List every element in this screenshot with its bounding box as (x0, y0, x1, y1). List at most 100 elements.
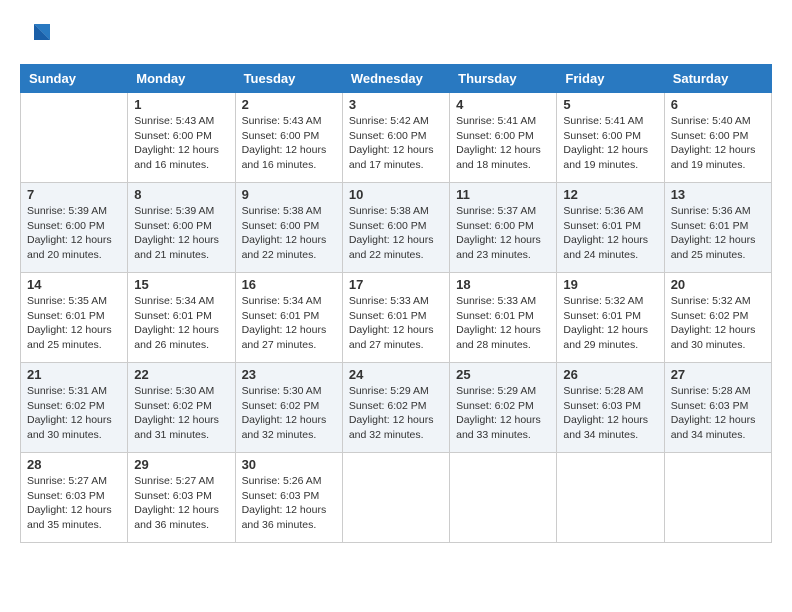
day-info: Sunrise: 5:37 AMSunset: 6:00 PMDaylight:… (456, 204, 550, 263)
day-number: 23 (242, 367, 336, 382)
calendar-cell: 30Sunrise: 5:26 AMSunset: 6:03 PMDayligh… (235, 453, 342, 543)
day-info: Sunrise: 5:27 AMSunset: 6:03 PMDaylight:… (134, 474, 228, 533)
day-info: Sunrise: 5:30 AMSunset: 6:02 PMDaylight:… (134, 384, 228, 443)
day-info: Sunrise: 5:43 AMSunset: 6:00 PMDaylight:… (242, 114, 336, 173)
calendar-cell: 29 Sunrise: 5:27 AMSunset: 6:03 PMDayligh… (128, 453, 235, 543)
day-info: Sunrise: 5:29 AMSunset: 6:02 PMDaylight:… (456, 384, 550, 443)
day-info: Sunrise: 5:42 AMSunset: 6:00 PMDaylight:… (349, 114, 443, 173)
header-sunday: Sunday (21, 65, 128, 93)
day-info: Sunrise: 5:38 AMSunset: 6:00 PMDaylight:… (242, 204, 336, 263)
day-info: Sunrise: 5:32 AMSunset: 6:01 PMDaylight:… (563, 294, 657, 353)
day-info: Sunrise: 5:43 AMSunset: 6:00 PMDaylight:… (134, 114, 228, 173)
calendar-cell (450, 453, 557, 543)
header-wednesday: Wednesday (342, 65, 449, 93)
calendar-cell: 16 Sunrise: 5:34 AMSunset: 6:01 PMDayligh… (235, 273, 342, 363)
day-number: 4 (456, 97, 550, 112)
calendar-cell: 9 Sunrise: 5:38 AMSunset: 6:00 PMDaylight… (235, 183, 342, 273)
calendar-cell: 21 Sunrise: 5:31 AMSunset: 6:02 PMDayligh… (21, 363, 128, 453)
calendar-cell: 17 Sunrise: 5:33 AMSunset: 6:01 PMDayligh… (342, 273, 449, 363)
day-number: 14 (27, 277, 121, 292)
calendar-cell: 8 Sunrise: 5:39 AMSunset: 6:00 PMDaylight… (128, 183, 235, 273)
day-number: 21 (27, 367, 121, 382)
calendar-cell: 15 Sunrise: 5:34 AMSunset: 6:01 PMDayligh… (128, 273, 235, 363)
calendar-cell: 14 Sunrise: 5:35 AMSunset: 6:01 PMDayligh… (21, 273, 128, 363)
day-number: 8 (134, 187, 228, 202)
week-row-5: 28 Sunrise: 5:27 AMSunset: 6:03 PMDayligh… (21, 453, 772, 543)
logo (20, 20, 52, 48)
day-info: Sunrise: 5:27 AMSunset: 6:03 PMDaylight:… (27, 474, 121, 533)
logo-icon (24, 20, 52, 48)
calendar-cell: 20 Sunrise: 5:32 AMSunset: 6:02 PMDayligh… (664, 273, 771, 363)
calendar-cell: 23 Sunrise: 5:30 AMSunset: 6:02 PMDayligh… (235, 363, 342, 453)
day-number: 5 (563, 97, 657, 112)
calendar-cell: 2 Sunrise: 5:43 AMSunset: 6:00 PMDaylight… (235, 93, 342, 183)
header-saturday: Saturday (664, 65, 771, 93)
day-info: Sunrise: 5:29 AMSunset: 6:02 PMDaylight:… (349, 384, 443, 443)
day-number: 15 (134, 277, 228, 292)
header-monday: Monday (128, 65, 235, 93)
day-number: 2 (242, 97, 336, 112)
day-info: Sunrise: 5:36 AMSunset: 6:01 PMDaylight:… (563, 204, 657, 263)
day-number: 28 (27, 457, 121, 472)
header-tuesday: Tuesday (235, 65, 342, 93)
day-info: Sunrise: 5:32 AMSunset: 6:02 PMDaylight:… (671, 294, 765, 353)
calendar-cell: 12 Sunrise: 5:36 AMSunset: 6:01 PMDayligh… (557, 183, 664, 273)
day-number: 22 (134, 367, 228, 382)
calendar-cell: 6 Sunrise: 5:40 AMSunset: 6:00 PMDaylight… (664, 93, 771, 183)
page-header (20, 20, 772, 48)
day-info: Sunrise: 5:40 AMSunset: 6:00 PMDaylight:… (671, 114, 765, 173)
day-number: 11 (456, 187, 550, 202)
calendar-cell: 1 Sunrise: 5:43 AMSunset: 6:00 PMDaylight… (128, 93, 235, 183)
day-number: 20 (671, 277, 765, 292)
day-number: 29 (134, 457, 228, 472)
calendar-cell: 28 Sunrise: 5:27 AMSunset: 6:03 PMDayligh… (21, 453, 128, 543)
day-number: 9 (242, 187, 336, 202)
calendar-cell: 11 Sunrise: 5:37 AMSunset: 6:00 PMDayligh… (450, 183, 557, 273)
day-number: 1 (134, 97, 228, 112)
day-number: 27 (671, 367, 765, 382)
day-info: Sunrise: 5:36 AMSunset: 6:01 PMDaylight:… (671, 204, 765, 263)
week-row-2: 7 Sunrise: 5:39 AMSunset: 6:00 PMDaylight… (21, 183, 772, 273)
week-row-1: 1 Sunrise: 5:43 AMSunset: 6:00 PMDaylight… (21, 93, 772, 183)
calendar-cell: 26Sunrise: 5:28 AMSunset: 6:03 PMDayligh… (557, 363, 664, 453)
day-info: Sunrise: 5:34 AMSunset: 6:01 PMDaylight:… (242, 294, 336, 353)
header-friday: Friday (557, 65, 664, 93)
day-info: Sunrise: 5:30 AMSunset: 6:02 PMDaylight:… (242, 384, 336, 443)
day-info: Sunrise: 5:28 AMSunset: 6:03 PMDaylight:… (671, 384, 765, 443)
day-info: Sunrise: 5:41 AMSunset: 6:00 PMDaylight:… (563, 114, 657, 173)
calendar-cell: 3 Sunrise: 5:42 AMSunset: 6:00 PMDaylight… (342, 93, 449, 183)
day-number: 24 (349, 367, 443, 382)
calendar-cell: 24 Sunrise: 5:29 AMSunset: 6:02 PMDayligh… (342, 363, 449, 453)
day-info: Sunrise: 5:33 AMSunset: 6:01 PMDaylight:… (456, 294, 550, 353)
day-info: Sunrise: 5:26 AMSunset: 6:03 PMDaylight:… (242, 474, 336, 533)
day-number: 25 (456, 367, 550, 382)
calendar-cell: 5 Sunrise: 5:41 AMSunset: 6:00 PMDaylight… (557, 93, 664, 183)
calendar-cell: 19Sunrise: 5:32 AMSunset: 6:01 PMDayligh… (557, 273, 664, 363)
calendar-cell: 10Sunrise: 5:38 AMSunset: 6:00 PMDayligh… (342, 183, 449, 273)
calendar-cell: 4Sunrise: 5:41 AMSunset: 6:00 PMDaylight… (450, 93, 557, 183)
day-info: Sunrise: 5:35 AMSunset: 6:01 PMDaylight:… (27, 294, 121, 353)
day-number: 3 (349, 97, 443, 112)
calendar-cell: 25 Sunrise: 5:29 AMSunset: 6:02 PMDayligh… (450, 363, 557, 453)
calendar-header-row: SundayMondayTuesdayWednesdayThursdayFrid… (21, 65, 772, 93)
day-info: Sunrise: 5:31 AMSunset: 6:02 PMDaylight:… (27, 384, 121, 443)
day-number: 16 (242, 277, 336, 292)
calendar-cell: 7 Sunrise: 5:39 AMSunset: 6:00 PMDaylight… (21, 183, 128, 273)
calendar-cell: 27 Sunrise: 5:28 AMSunset: 6:03 PMDayligh… (664, 363, 771, 453)
day-number: 6 (671, 97, 765, 112)
day-info: Sunrise: 5:38 AMSunset: 6:00 PMDaylight:… (349, 204, 443, 263)
calendar-cell (664, 453, 771, 543)
day-info: Sunrise: 5:34 AMSunset: 6:01 PMDaylight:… (134, 294, 228, 353)
calendar-cell (21, 93, 128, 183)
day-info: Sunrise: 5:39 AMSunset: 6:00 PMDaylight:… (27, 204, 121, 263)
calendar-cell (342, 453, 449, 543)
day-info: Sunrise: 5:33 AMSunset: 6:01 PMDaylight:… (349, 294, 443, 353)
day-number: 18 (456, 277, 550, 292)
header-thursday: Thursday (450, 65, 557, 93)
calendar-cell: 18 Sunrise: 5:33 AMSunset: 6:01 PMDayligh… (450, 273, 557, 363)
day-number: 12 (563, 187, 657, 202)
day-info: Sunrise: 5:39 AMSunset: 6:00 PMDaylight:… (134, 204, 228, 263)
day-number: 7 (27, 187, 121, 202)
calendar-cell (557, 453, 664, 543)
day-number: 17 (349, 277, 443, 292)
